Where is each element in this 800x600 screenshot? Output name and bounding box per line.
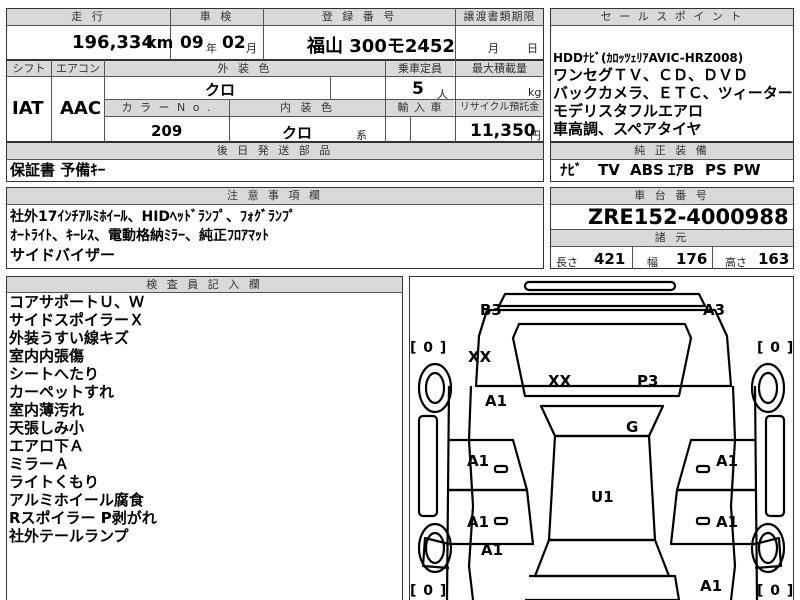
inspector-header: 検 査 員 記 入 欄: [7, 277, 402, 293]
transfer-day-unit: 日: [527, 42, 538, 55]
equipment-item-navi: ﾅﾋﾞ: [560, 161, 583, 179]
color-no-value: 209: [151, 122, 183, 140]
mark-left-rear-door: A1: [467, 452, 490, 470]
equipment-header: 純 正 装 備: [551, 143, 793, 159]
sales-point-1: HDDﾅﾋﾞ(ｶﾛｯﾂｪﾘｱAVIC-HRZ008): [553, 51, 744, 65]
inspector-line-12: アルミホイール腐食: [9, 491, 144, 509]
sales-point-5: 車高調、スペアタイヤ: [553, 120, 702, 138]
inspector-line-11: ライトくもり: [9, 473, 100, 491]
inspection-year-unit: 年: [206, 42, 217, 55]
inspector-line-4: 室内内張傷: [9, 347, 85, 365]
tire-tread-front-right: [ 0 ]: [757, 583, 795, 599]
mark-roof: G: [626, 418, 639, 436]
mileage-header: 走 行: [7, 9, 170, 25]
notes-line-3: サイドバイザー: [10, 246, 116, 264]
inspector-line-1: コアサポートＵ、Ｗ: [9, 293, 145, 311]
mileage-unit: km: [146, 33, 174, 52]
mark-windshield: U1: [591, 488, 614, 506]
aircon-header: エアコン: [52, 61, 104, 77]
spec-length-value: 421: [594, 250, 626, 268]
mark-right-front-door: A1: [716, 513, 739, 531]
mark-right-rear-door: A1: [716, 452, 739, 470]
color-no-header: カ ラ ー N o .: [105, 100, 229, 116]
equipment-item-tv: TV: [598, 161, 620, 179]
spec-height-label: 高さ: [725, 256, 747, 269]
transfer-deadline-header: 譲渡書類期限: [456, 9, 543, 25]
mileage-value: 196,334: [72, 32, 154, 53]
equipment-item-pw: PW: [733, 161, 761, 179]
aircon-value: AAC: [60, 98, 102, 119]
inspector-line-2: サイドスポイラーＸ: [9, 311, 145, 329]
tire-tread-rear-left: [ 0 ]: [410, 340, 448, 356]
mark-rear-window: XX: [548, 372, 572, 390]
equipment-item-airbag: ｴｱB: [668, 161, 695, 179]
max-load-unit: kg: [528, 86, 542, 99]
transfer-month-unit: 月: [488, 42, 499, 55]
inspector-line-14: 社外テールランプ: [9, 527, 129, 545]
mark-left-rear-quarter: XX: [468, 348, 492, 366]
exterior-color-value: クロ: [205, 81, 236, 99]
sales-point-4: モデリスタフルエアロ: [553, 102, 704, 120]
mark-left-front-door: A1: [467, 513, 490, 531]
capacity-value: 5: [412, 79, 424, 99]
inspection-year: 09: [180, 33, 204, 53]
later-parts-value: 保証書 予備ｷｰ: [10, 161, 106, 179]
inspection-header: 車 検: [171, 9, 263, 25]
mark-rear-bumper-right: A3: [703, 301, 726, 319]
registration-header: 登 録 番 号: [264, 9, 455, 25]
sales-point-3: バックカメラ、ＥＴＣ、ツィーター: [553, 84, 793, 102]
shift-header: シフト: [7, 61, 51, 77]
inspection-month: 02: [222, 33, 246, 53]
inspection-month-unit: 月: [246, 42, 257, 55]
spec-height-value: 163: [758, 250, 790, 268]
inspector-line-5: シートへたり: [9, 365, 100, 383]
sales-point-2: ワンセグＴＶ、ＣＤ、ＤＶＤ: [553, 66, 749, 84]
mark-left-front-fender: A1: [481, 541, 504, 559]
import-header: 輸 入 車: [386, 100, 454, 116]
recycle-value: 11,350: [470, 121, 536, 141]
capacity-header: 乗車定員: [386, 61, 454, 77]
equipment-item-ps: PS: [705, 161, 727, 179]
mark-trunk-right: P3: [637, 372, 659, 390]
max-load-header: 最大積載量: [456, 61, 543, 77]
spec-width-value: 176: [676, 250, 708, 268]
recycle-header: リサイクル預託金: [456, 100, 543, 116]
equipment-item-abs: ABS: [630, 161, 664, 179]
chassis-number: ZRE152-4000988: [588, 205, 789, 229]
inspector-line-13: Rスポイラー P剥がれ: [9, 509, 157, 527]
spec-width-label: 幅: [647, 256, 658, 269]
tire-tread-front-left: [ 0 ]: [410, 583, 448, 599]
mark-right-front-fender: A1: [700, 577, 723, 595]
recycle-unit: 円: [530, 129, 541, 142]
capacity-unit: 人: [437, 88, 448, 101]
exterior-color-header: 外 装 色: [105, 61, 385, 77]
interior-color-header: 内 装 色: [230, 100, 385, 116]
tire-tread-rear-right: [ 0 ]: [757, 340, 795, 356]
specs-header: 諸 元: [551, 230, 793, 246]
inspector-line-3: 外装うすい線キズ: [9, 329, 130, 347]
mark-left-rear-fender: A1: [485, 392, 508, 410]
inspector-line-7: 室内薄汚れ: [9, 401, 85, 419]
inspector-line-10: ミラーＡ: [9, 455, 70, 473]
car-diagram: [417, 280, 786, 600]
interior-color-unit: 系: [356, 129, 367, 142]
mark-rear-bumper-left: B3: [480, 301, 502, 319]
later-parts-header: 後 日 発 送 部 品: [7, 143, 543, 159]
shift-value: IAT: [12, 98, 44, 119]
inspector-line-8: 天張しみ小: [9, 419, 85, 437]
registration-value: 福山 300モ2452: [307, 36, 455, 57]
notes-line-1: 社外17ｲﾝﾁｱﾙﾐﾎｲｰﾙ、HIDﾍｯﾄﾞﾗﾝﾌﾟ、ﾌｫｸﾞﾗﾝﾌﾟ: [10, 209, 297, 225]
interior-color-value: クロ: [282, 124, 313, 142]
spec-length-label: 長さ: [556, 256, 578, 269]
inspector-line-6: カーペットすれ: [9, 383, 115, 401]
chassis-header: 車 台 番 号: [551, 188, 793, 204]
notes-header: 注 意 事 項 欄: [7, 188, 543, 204]
notes-line-2: ｵｰﾄﾗｲﾄ、ｷｰﾚｽ、電動格納ﾐﾗｰ、純正ﾌﾛｱﾏｯﾄ: [10, 228, 269, 244]
sales-points-header: セ ー ル ス ポ イ ン ト: [551, 9, 793, 25]
inspector-line-9: エアロ下Ａ: [9, 437, 85, 455]
